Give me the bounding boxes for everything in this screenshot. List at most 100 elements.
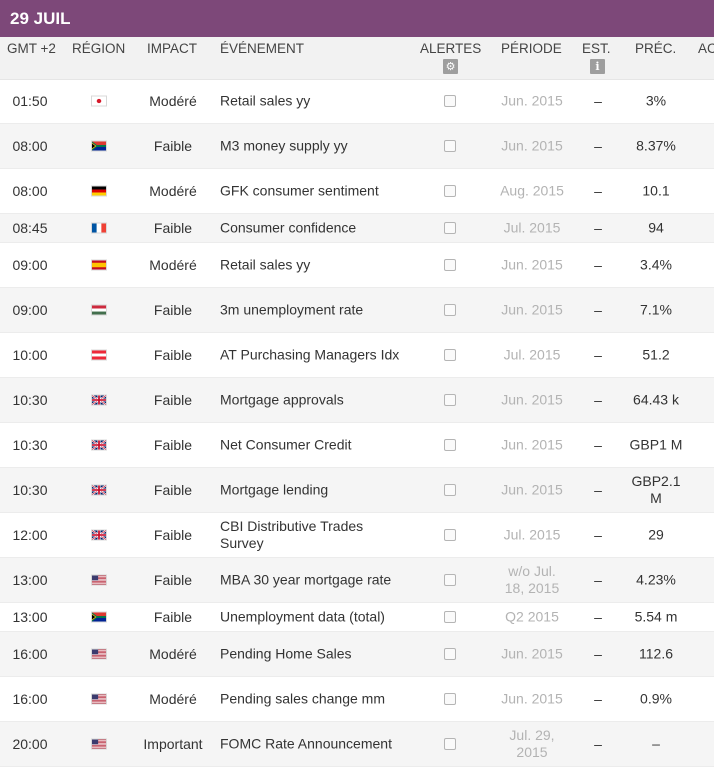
column-header-estimate[interactable]: EST. — [582, 41, 611, 56]
event-name[interactable]: Unemployment data (total) — [220, 609, 405, 626]
event-name[interactable]: MBA 30 year mortgage rate — [220, 572, 405, 589]
south-africa-flag-icon — [91, 611, 107, 623]
alert-checkbox[interactable] — [444, 349, 456, 361]
event-period: Jun. 2015 — [501, 92, 563, 109]
event-name[interactable]: M3 money supply yy — [220, 138, 405, 155]
event-name[interactable]: Pending Home Sales — [220, 646, 405, 663]
alert-checkbox[interactable] — [444, 648, 456, 660]
event-name[interactable]: Mortgage approvals — [220, 392, 405, 409]
event-impact: Faible — [153, 572, 193, 588]
alert-checkbox[interactable] — [444, 529, 456, 541]
alert-checkbox[interactable] — [444, 140, 456, 152]
alert-checkbox[interactable] — [444, 738, 456, 750]
event-period: Jun. 2015 — [501, 481, 563, 498]
column-header-region[interactable]: RÉGION — [72, 41, 125, 56]
table-row[interactable]: 09:00 Modéré Retail sales yy Jun. 2015 – 3.4% — [0, 243, 714, 288]
table-row[interactable]: 13:00 Faible MBA 30 year mortgage rate w/o … — [0, 558, 714, 603]
table-row[interactable]: 16:00 Modéré Pending sales change mm Jun. 2… — [0, 677, 714, 722]
event-period: Jul. 2015 — [503, 526, 561, 543]
table-row[interactable]: 08:00 Modéré GFK consumer sentiment Aug. 20… — [0, 169, 714, 214]
germany-flag-icon — [91, 185, 107, 197]
table-row[interactable]: 09:00 Faible 3m unemployment rate Jun. 2015… — [0, 288, 714, 333]
column-header-alerts[interactable]: ALERTES — [420, 41, 481, 56]
event-time: 16:00 — [12, 646, 48, 662]
event-name[interactable]: CBI Distributive Trades Survey — [220, 518, 405, 552]
alert-checkbox[interactable] — [444, 439, 456, 451]
table-row[interactable]: 08:00 Faible M3 money supply yy Jun. 2015 – 8… — [0, 124, 714, 169]
column-header-impact[interactable]: IMPACT — [147, 41, 197, 56]
alert-checkbox[interactable] — [444, 259, 456, 271]
column-header-period[interactable]: PÉRIODE — [501, 41, 562, 56]
alert-checkbox[interactable] — [444, 394, 456, 406]
event-previous: 51.2 — [642, 346, 670, 363]
event-name[interactable]: Retail sales yy — [220, 93, 405, 110]
table-row[interactable]: 12:00 Faible CBI Distributive Trades Surve… — [0, 513, 714, 558]
table-header: GMT +2 RÉGION IMPACT ÉVÉNEMENT ALERTES P… — [0, 37, 714, 80]
table-row[interactable]: 13:00 Faible Unemployment data (total) Q2 2… — [0, 603, 714, 632]
event-name[interactable]: Consumer confidence — [220, 220, 405, 237]
table-row[interactable]: 20:00 Important FOMC Rate Announcement Jul.… — [0, 722, 714, 767]
event-name[interactable]: Retail sales yy — [220, 257, 405, 274]
event-estimate: – — [594, 437, 602, 453]
date-label: 29 JUIL — [10, 9, 71, 28]
event-name[interactable]: GFK consumer sentiment — [220, 183, 405, 200]
alert-checkbox[interactable] — [444, 304, 456, 316]
table-row[interactable]: 01:50 Modéré Retail sales yy Jun. 2015 – 3% — [0, 79, 714, 124]
table-row[interactable]: 10:00 Faible AT Purchasing Managers Idx Jul… — [0, 333, 714, 378]
table-row[interactable]: 16:00 Modéré Pending Home Sales Jun. 2015 – 1… — [0, 632, 714, 677]
table-row[interactable]: 10:30 Faible Mortgage approvals Jun. 2015 – 6… — [0, 378, 714, 423]
event-estimate: – — [594, 691, 602, 707]
alert-checkbox[interactable] — [444, 185, 456, 197]
event-impact: Faible — [153, 392, 193, 408]
event-impact: Modéré — [149, 691, 197, 707]
event-period: Jun. 2015 — [501, 645, 563, 662]
event-name[interactable]: Net Consumer Credit — [220, 437, 405, 454]
gear-icon[interactable]: ⚙ — [443, 59, 458, 74]
united-states-flag-icon — [91, 738, 107, 750]
event-period: Jun. 2015 — [501, 391, 563, 408]
alert-checkbox[interactable] — [444, 574, 456, 586]
event-period: w/o Jul. 18, 2015 — [504, 563, 560, 596]
alert-checkbox[interactable] — [444, 484, 456, 496]
event-time: 09:00 — [12, 257, 48, 273]
alert-checkbox[interactable] — [444, 611, 456, 623]
event-estimate: – — [594, 527, 602, 543]
event-previous: 94 — [648, 219, 664, 236]
table-row[interactable]: 10:30 Faible Mortgage lending Jun. 2015 – GBP… — [0, 468, 714, 513]
alert-checkbox[interactable] — [444, 222, 456, 234]
event-previous: 29 — [648, 526, 664, 543]
event-name[interactable]: Mortgage lending — [220, 482, 405, 499]
event-estimate: – — [594, 572, 602, 588]
event-name[interactable]: 3m unemployment rate — [220, 302, 405, 319]
event-estimate: – — [594, 646, 602, 662]
event-time: 20:00 — [12, 736, 48, 752]
event-previous: 3.4% — [640, 256, 672, 273]
column-header-event[interactable]: ÉVÉNEMENT — [220, 41, 304, 56]
event-name[interactable]: FOMC Rate Announcement — [220, 736, 405, 753]
event-time: 08:45 — [12, 220, 48, 236]
event-estimate: – — [594, 347, 602, 363]
events-table: 01:50 Modéré Retail sales yy Jun. 2015 – 3% 08… — [0, 79, 714, 767]
event-previous: 3% — [645, 92, 667, 109]
info-icon[interactable]: i — [590, 59, 605, 74]
event-name[interactable]: Pending sales change mm — [220, 691, 405, 708]
event-name[interactable]: AT Purchasing Managers Idx — [220, 347, 405, 364]
event-impact: Faible — [153, 527, 193, 543]
table-row[interactable]: 08:45 Faible Consumer confidence Jul. 2015 –… — [0, 214, 714, 243]
alert-checkbox[interactable] — [444, 693, 456, 705]
column-header-actual[interactable]: AC — [698, 41, 714, 56]
table-row[interactable]: 10:30 Faible Net Consumer Credit Jun. 2015 –… — [0, 423, 714, 468]
event-time: 10:00 — [12, 347, 48, 363]
alert-checkbox[interactable] — [444, 95, 456, 107]
column-header-time[interactable]: GMT +2 — [7, 41, 56, 56]
column-header-previous[interactable]: PRÉC. — [635, 41, 676, 56]
event-time: 08:00 — [12, 138, 48, 154]
date-header: 29 JUIL — [0, 0, 714, 37]
event-previous: GBP1 M — [629, 436, 683, 453]
austria-flag-icon — [91, 349, 107, 361]
united-kingdom-flag-icon — [91, 484, 107, 496]
event-period: Jul. 29, 2015 — [509, 727, 555, 760]
event-time: 13:00 — [12, 609, 48, 625]
event-time: 10:30 — [12, 437, 48, 453]
event-estimate: – — [594, 736, 602, 752]
